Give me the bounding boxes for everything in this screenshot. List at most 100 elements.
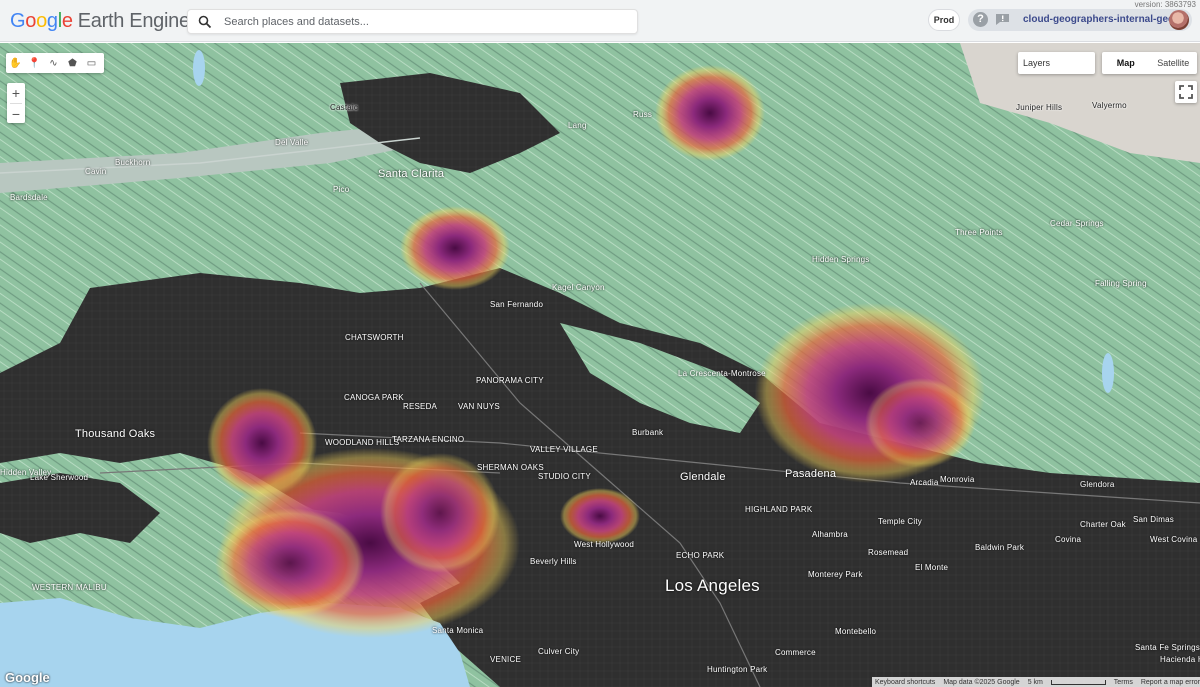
scale-label[interactable]: 5 km <box>1028 679 1043 686</box>
map-place-label: Thousand Oaks <box>75 428 156 440</box>
report-error-link[interactable]: Report a map error <box>1141 679 1200 686</box>
search-box[interactable]: Search places and datasets... <box>187 9 638 34</box>
earth-engine-logo[interactable]: Google Earth Engine <box>10 10 190 33</box>
map-place-label: Covina <box>1055 535 1082 544</box>
map-place-label: Valyermo <box>1092 101 1127 110</box>
map-place-label: La Crescenta-Montrose <box>678 369 766 378</box>
line-icon[interactable]: ∿ <box>44 53 63 73</box>
map-place-label: Hidden Valley <box>0 468 52 477</box>
map-place-label: CANOGA PARK <box>344 393 404 402</box>
logo-letter: e <box>61 10 73 32</box>
terms-link[interactable]: Terms <box>1114 679 1133 686</box>
map-place-label: Glendora <box>1080 480 1115 489</box>
map-place-label: Arcadia <box>910 478 939 487</box>
map-place-label: WOODLAND HILLS <box>325 438 400 447</box>
map-place-label: Rosemead <box>868 548 909 557</box>
zoom-control: + − <box>7 83 25 123</box>
logo-letter: g <box>46 10 58 32</box>
map-place-label: Alhambra <box>812 530 848 539</box>
map-place-label: SHERMAN OAKS <box>477 463 544 472</box>
map-type-satellite[interactable]: Satellite <box>1150 52 1198 74</box>
map-place-label: Santa Clarita <box>378 168 445 180</box>
map-place-label: Monrovia <box>940 475 975 484</box>
map-place-label: Monterey Park <box>808 570 863 579</box>
fullscreen-button[interactable] <box>1175 81 1197 103</box>
map-place-label: VENICE <box>490 655 521 664</box>
map-place-label: Burbank <box>632 428 664 437</box>
map-place-label: Montebello <box>835 627 877 636</box>
google-logo[interactable]: Google <box>5 670 50 685</box>
map-place-label: Buckhorn <box>115 158 151 167</box>
marker-icon[interactable]: 📍 <box>25 53 44 73</box>
map-place-label: VAN NUYS <box>458 402 500 411</box>
map-place-label: CHATSWORTH <box>345 333 404 342</box>
map-place-label: Pico <box>333 185 350 194</box>
map-place-label: Charter Oak <box>1080 520 1126 529</box>
map-place-label: Cedar Springs <box>1050 219 1104 228</box>
pan-hand-icon[interactable]: ✋ <box>6 53 25 73</box>
logo-letter: o <box>36 10 47 32</box>
map-data-credit: Map data ©2025 Google <box>943 678 1020 686</box>
feedback-icon[interactable] <box>995 13 1010 26</box>
rectangle-icon[interactable]: ▭ <box>82 53 101 73</box>
logo-letter: G <box>10 10 26 32</box>
map-place-label: ECHO PARK <box>676 551 725 560</box>
keyboard-shortcuts-link[interactable]: Keyboard shortcuts <box>875 679 935 686</box>
layers-button[interactable]: Layers <box>1018 52 1095 74</box>
zoom-out-button[interactable]: − <box>7 104 25 124</box>
map-place-label: ENCINO <box>432 435 465 444</box>
map-place-label: Castaic <box>330 103 359 112</box>
polygon-icon[interactable]: ⬟ <box>63 53 82 73</box>
map-place-label: PANORAMA CITY <box>476 376 544 385</box>
map-place-label: Glendale <box>680 471 726 483</box>
map-place-label: San Dimas <box>1133 515 1174 524</box>
map-place-label: Commerce <box>775 648 816 657</box>
logo-product-name: Earth Engine <box>77 10 190 32</box>
map-place-label: Los Angeles <box>665 576 760 595</box>
map-place-label: Juniper Hills <box>1016 103 1063 112</box>
map-place-label: Bardsdale <box>10 193 48 202</box>
map-type-map[interactable]: Map <box>1102 52 1150 74</box>
map-place-label: STUDIO CITY <box>538 472 591 481</box>
map-place-label: VALLEY VILLAGE <box>530 445 598 454</box>
map-place-label: Del Valle <box>275 138 309 147</box>
map-place-label: Three Points <box>955 228 1003 237</box>
map-place-label: San Fernando <box>490 300 544 309</box>
search-icon <box>198 15 212 29</box>
map-place-label: Baldwin Park <box>975 543 1025 552</box>
scale-bar <box>1050 679 1106 685</box>
map-background <box>0 43 1200 687</box>
map-place-label: West Covina <box>1150 535 1198 544</box>
map-place-label: Kagel Canyon <box>552 283 605 292</box>
map-place-label: Huntington Park <box>707 665 768 674</box>
map-place-label: HIGHLAND PARK <box>745 505 813 514</box>
map-place-label: Russ <box>633 110 653 119</box>
help-icon[interactable]: ? <box>973 12 988 27</box>
map-place-label: Cavin <box>85 167 107 176</box>
drawing-toolbar: ✋ 📍 ∿ ⬟ ▭ <box>6 53 104 73</box>
map-place-label: Culver City <box>538 647 580 656</box>
avatar[interactable] <box>1169 10 1189 30</box>
map-place-label: Beverly Hills <box>530 557 577 566</box>
zoom-in-button[interactable]: + <box>7 83 25 103</box>
search-input[interactable]: Search places and datasets... <box>224 16 369 28</box>
account-bar: ? cloud-geographers-internal-gee <box>968 9 1192 31</box>
map-place-label: Lang <box>568 121 587 130</box>
environment-button[interactable]: Prod <box>928 9 960 31</box>
map-place-label: Santa Monica <box>432 626 484 635</box>
map-canvas[interactable]: Castaic Santa Clarita Del Valle Pico Cavin Ba… <box>0 43 1200 687</box>
map-place-label: Santa Fe Springs <box>1135 643 1200 652</box>
map-place-label: TARZANA <box>392 435 431 444</box>
top-bar: version: 3863793 Google Earth Engine Sear… <box>0 0 1200 42</box>
map-place-label: RESEDA <box>403 402 438 411</box>
map-place-label: El Monte <box>915 563 949 572</box>
map-place-label: West Hollywood <box>574 540 635 549</box>
account-name[interactable]: cloud-geographers-internal-gee <box>1023 14 1174 25</box>
fullscreen-icon <box>1179 85 1193 99</box>
map-place-label: Hidden Springs <box>812 255 870 264</box>
version-label: version: 3863793 <box>1134 0 1196 9</box>
map-place-label: WESTERN MALIBU <box>32 583 107 592</box>
map-type-toggle: Map Satellite <box>1102 52 1197 74</box>
map-place-label: Hacienda Heights <box>1160 655 1200 664</box>
map-place-label: Falling Spring <box>1095 279 1147 288</box>
